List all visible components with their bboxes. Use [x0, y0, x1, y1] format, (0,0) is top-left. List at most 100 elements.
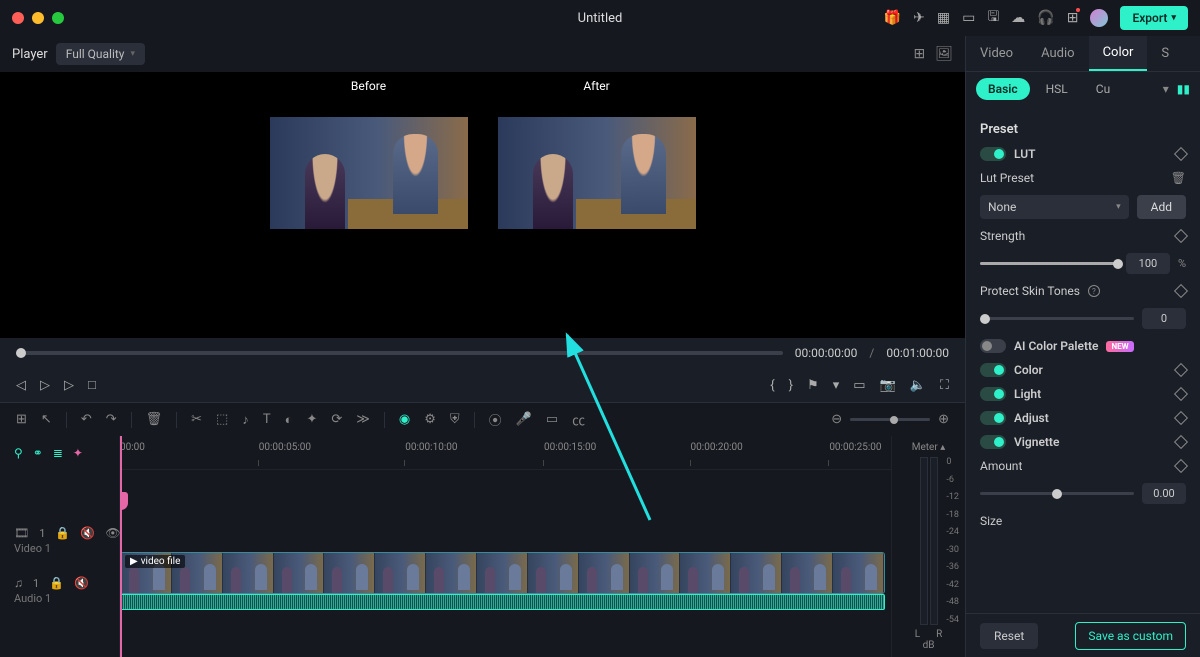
strength-slider[interactable] [980, 262, 1118, 265]
compare-icon[interactable]: ▮▮ [1177, 82, 1190, 96]
amount-value[interactable]: 0.00 [1142, 483, 1186, 504]
text-icon[interactable]: T [263, 412, 271, 427]
vignette-keyframe[interactable] [1174, 435, 1188, 449]
music-icon[interactable]: ♪ [242, 412, 249, 428]
audio-lock-icon[interactable]: 🔒 [49, 576, 64, 590]
lut-keyframe[interactable] [1174, 147, 1188, 161]
gift-icon[interactable]: 🎁 [884, 10, 901, 26]
undo-icon[interactable]: ↶ [81, 412, 92, 427]
trash-icon[interactable]: 🗑 [1171, 171, 1186, 185]
audio-clip[interactable] [120, 594, 885, 610]
maximize-window[interactable] [52, 12, 64, 24]
light-toggle[interactable] [980, 387, 1006, 401]
zoom-slider[interactable] [850, 418, 930, 421]
speed-icon[interactable]: ⟳ [331, 412, 342, 427]
tab-color[interactable]: Color [1089, 36, 1148, 71]
cloud-icon[interactable]: ☁ [1011, 10, 1025, 26]
mask-icon[interactable]: ◐ [285, 412, 293, 428]
tab-video[interactable]: Video [966, 36, 1027, 71]
more-icon[interactable]: ≫ [356, 412, 370, 427]
cut-icon[interactable]: ✂ [191, 412, 202, 427]
fullscreen-icon[interactable]: ⛶ [940, 378, 949, 393]
export-button[interactable]: Export▾ [1120, 6, 1188, 30]
shield-icon[interactable]: ⛨ [450, 412, 460, 427]
delete-icon[interactable]: 🗑 [146, 412, 163, 427]
tab-audio[interactable]: Audio [1027, 36, 1088, 71]
magnet-icon[interactable]: ⚲ [14, 446, 23, 460]
lut-preset-select[interactable]: None▾ [980, 195, 1129, 219]
play-icon[interactable]: ▷ [40, 378, 50, 393]
amount-slider[interactable] [980, 492, 1134, 495]
subtab-hsl[interactable]: HSL [1034, 78, 1080, 100]
ai-icon[interactable]: ◉ [399, 412, 410, 427]
vignette-toggle[interactable] [980, 435, 1006, 449]
display-icon[interactable]: ▭ [962, 10, 975, 26]
strength-keyframe[interactable] [1174, 229, 1188, 243]
stop-icon[interactable]: □ [88, 377, 96, 393]
screen-icon[interactable]: ▭ [853, 378, 865, 393]
tab-speed[interactable]: S [1147, 36, 1183, 71]
link-icon[interactable]: ⚭ [33, 446, 43, 460]
strength-value[interactable]: 100 [1126, 253, 1170, 274]
subtab-chevron-icon[interactable]: ▾ [1163, 82, 1169, 96]
grid-view-icon[interactable]: ⊞ [913, 46, 925, 62]
chevron-down-icon[interactable]: ▾ [833, 378, 840, 393]
pointer-icon[interactable]: ↖ [41, 412, 52, 427]
save-icon[interactable]: 🖫 [987, 6, 999, 30]
minimize-window[interactable] [32, 12, 44, 24]
scrub-track[interactable] [16, 351, 783, 355]
video-clip[interactable]: ▶ video file [120, 552, 885, 594]
bracket-open-icon[interactable]: { [770, 378, 774, 393]
lock-icon[interactable]: 🔒 [55, 526, 70, 540]
zoom-in-icon[interactable]: ⊕ [938, 412, 949, 427]
volume-icon[interactable]: 🔈 [910, 378, 926, 393]
scrub-thumb[interactable] [16, 348, 26, 358]
save-custom-button[interactable]: Save as custom [1075, 622, 1186, 650]
skin-keyframe[interactable] [1174, 284, 1188, 298]
time-ruler[interactable]: 00:0000:00:05:0000:00:10:0000:00:15:0000… [120, 436, 891, 470]
zoom-out-icon[interactable]: ⊖ [831, 412, 842, 427]
ai-palette-toggle[interactable] [980, 339, 1006, 353]
gear-icon[interactable]: ⚙ [424, 412, 436, 427]
quality-dropdown[interactable]: Full Quality▾ [56, 43, 145, 65]
audio-track-icon[interactable]: ♫ [14, 576, 23, 590]
redo-icon[interactable]: ↷ [106, 412, 117, 427]
record-icon[interactable]: ⦿ [489, 410, 502, 429]
play-forward-icon[interactable]: ▷ [64, 378, 74, 393]
lut-toggle[interactable] [980, 147, 1006, 161]
marker-icon[interactable]: ⚑ [807, 378, 819, 393]
snapshot-icon[interactable]: 📷 [880, 378, 896, 393]
add-lut-button[interactable]: Add [1137, 195, 1186, 219]
prev-frame-icon[interactable]: ◁ [16, 378, 26, 393]
playhead[interactable] [120, 436, 122, 657]
adjust-keyframe[interactable] [1174, 411, 1188, 425]
user-avatar[interactable] [1090, 9, 1108, 27]
screen-record-icon[interactable]: ▭ [546, 412, 558, 427]
skin-slider[interactable] [980, 317, 1134, 320]
cc-icon[interactable]: ㏄ [572, 410, 585, 429]
skin-value[interactable]: 0 [1142, 308, 1186, 329]
send-icon[interactable]: ✈ [913, 10, 925, 26]
light-keyframe[interactable] [1174, 387, 1188, 401]
picture-icon[interactable]: 🖼 [935, 46, 953, 62]
eye-icon[interactable]: 👁 [105, 526, 120, 540]
apps-icon[interactable]: ⊞ [1067, 10, 1079, 26]
video-track-icon[interactable]: 🎞 [14, 526, 29, 540]
crop-icon[interactable]: ⬚ [216, 412, 228, 427]
marker-pink-icon[interactable]: ✦ [73, 446, 83, 460]
reset-button[interactable]: Reset [980, 623, 1038, 649]
color-toggle[interactable] [980, 363, 1006, 377]
effects-icon[interactable]: ✦ [306, 412, 317, 427]
subtab-curves[interactable]: Cu [1084, 78, 1122, 100]
info-icon[interactable]: ? [1088, 285, 1100, 297]
adjust-toggle[interactable] [980, 411, 1006, 425]
grid-icon[interactable]: ⊞ [16, 412, 27, 427]
library-icon[interactable]: ▦ [937, 10, 950, 26]
color-keyframe[interactable] [1174, 363, 1188, 377]
mute-icon[interactable]: 🔇 [80, 526, 95, 540]
subtab-basic[interactable]: Basic [976, 78, 1030, 100]
bracket-close-icon[interactable]: } [789, 378, 793, 393]
mic-icon[interactable]: 🎤 [516, 412, 532, 427]
audio-mute-icon[interactable]: 🔇 [74, 576, 89, 590]
layers-icon[interactable]: ≣ [53, 446, 63, 460]
